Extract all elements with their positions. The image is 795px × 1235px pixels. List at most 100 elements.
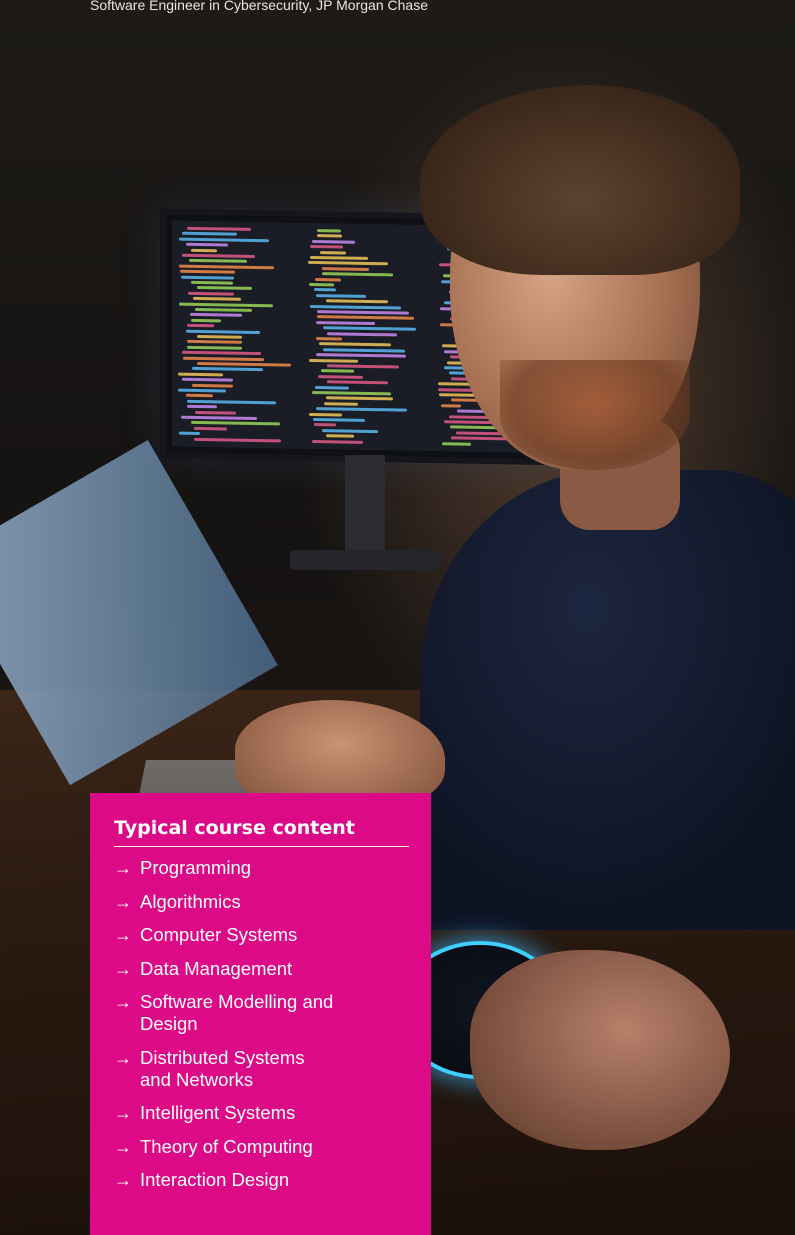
- code-line: [315, 385, 349, 390]
- code-line: [314, 423, 336, 427]
- code-line: [322, 428, 378, 433]
- code-line: [191, 280, 233, 285]
- code-line: [326, 299, 388, 304]
- code-line: [327, 364, 399, 369]
- code-line: [182, 377, 233, 382]
- code-line: [317, 310, 409, 315]
- code-line: [195, 307, 252, 312]
- code-line: [310, 245, 343, 249]
- code-line: [186, 242, 228, 247]
- code-line: [191, 421, 280, 426]
- course-item: → Data Management: [114, 958, 340, 980]
- code-line: [195, 410, 236, 415]
- code-line: [308, 261, 388, 266]
- code-line: [197, 334, 242, 339]
- person-beard: [500, 360, 690, 470]
- arrow-right-icon: →: [114, 891, 132, 912]
- code-line: [323, 347, 405, 353]
- code-line: [180, 269, 235, 274]
- code-line: [187, 226, 251, 231]
- course-item-label: Software Modelling and Design: [140, 991, 334, 1034]
- monitor-stand-base: [290, 550, 440, 570]
- code-line: [182, 350, 261, 356]
- code-line: [181, 415, 257, 421]
- person-torso: [420, 470, 795, 930]
- arrow-right-icon: →: [114, 925, 132, 945]
- code-line: [197, 286, 252, 291]
- code-line: [187, 399, 276, 405]
- code-line: [322, 272, 393, 277]
- course-item-label: Programming: [140, 857, 252, 878]
- course-item-label: Interaction Design: [140, 1169, 290, 1190]
- course-item-label: Intelligent Systems: [140, 1102, 296, 1123]
- code-line: [316, 293, 366, 298]
- photo-caption: Software Engineer in Cybersecurity, JP M…: [90, 0, 428, 13]
- code-line: [191, 248, 217, 252]
- code-line: [316, 320, 375, 325]
- code-line: [319, 342, 391, 347]
- arrow-right-icon: →: [114, 1103, 132, 1123]
- code-line: [317, 234, 342, 238]
- course-item: → Algorithmics: [114, 891, 340, 913]
- arrow-right-icon: →: [114, 958, 132, 979]
- code-line: [321, 369, 354, 374]
- code-line: [312, 390, 391, 396]
- code-line: [327, 380, 388, 385]
- code-line: [309, 358, 358, 363]
- course-item: → Programming: [114, 857, 340, 879]
- course-item: → Distributed Systems and Networks: [114, 1047, 340, 1091]
- code-line: [187, 345, 242, 350]
- code-line: [186, 394, 213, 398]
- code-line: [310, 304, 401, 310]
- arrow-right-icon: →: [114, 858, 132, 878]
- course-item: → Intelligent Systems: [114, 1102, 340, 1124]
- code-line: [197, 361, 291, 367]
- course-content-box: Typical course content → Programming → Algo…: [90, 793, 431, 1235]
- code-line: [316, 337, 342, 341]
- arrow-right-icon: →: [114, 1170, 132, 1190]
- code-line: [187, 340, 242, 345]
- course-item: → Theory of Computing: [114, 1136, 340, 1158]
- code-line: [316, 353, 406, 358]
- course-item-label: Distributed Systems and Networks: [140, 1046, 305, 1090]
- code-line: [193, 297, 241, 301]
- code-line: [322, 266, 369, 271]
- code-line: [179, 237, 269, 243]
- course-item-label: Computer Systems: [140, 924, 298, 945]
- code-line: [194, 426, 227, 431]
- code-line: [178, 372, 223, 377]
- code-line: [327, 331, 397, 337]
- code-line: [192, 383, 233, 388]
- code-line: [190, 313, 242, 318]
- code-line: [179, 431, 200, 436]
- code-line: [194, 437, 281, 443]
- code-line: [312, 439, 363, 444]
- arrow-right-icon: →: [114, 1136, 132, 1157]
- code-line: [312, 239, 355, 244]
- code-line: [179, 264, 274, 270]
- code-line: [309, 282, 334, 287]
- code-line: [317, 315, 414, 321]
- code-line: [324, 401, 358, 406]
- code-line: [318, 374, 363, 379]
- person-hair: [420, 85, 740, 275]
- code-line: [317, 229, 341, 233]
- code-line: [316, 407, 407, 412]
- code-line: [192, 367, 263, 372]
- code-line: [320, 250, 346, 255]
- arrow-right-icon: →: [114, 992, 132, 1012]
- code-line: [181, 275, 234, 280]
- code-line: [188, 291, 234, 296]
- course-content-title: Typical course content: [114, 817, 409, 847]
- code-line: [441, 404, 461, 408]
- code-line: [313, 417, 365, 422]
- hero-photo: Software Engineer in Cybersecurity, JP M…: [0, 0, 795, 1235]
- code-line: [178, 388, 226, 393]
- code-line: [450, 425, 499, 430]
- code-line: [183, 356, 264, 361]
- course-item: → Interaction Design: [114, 1169, 340, 1191]
- code-line: [187, 404, 217, 409]
- course-item-label: Data Management: [140, 957, 293, 979]
- course-item-label: Theory of Computing: [140, 1135, 313, 1157]
- course-item: → Computer Systems: [114, 924, 340, 946]
